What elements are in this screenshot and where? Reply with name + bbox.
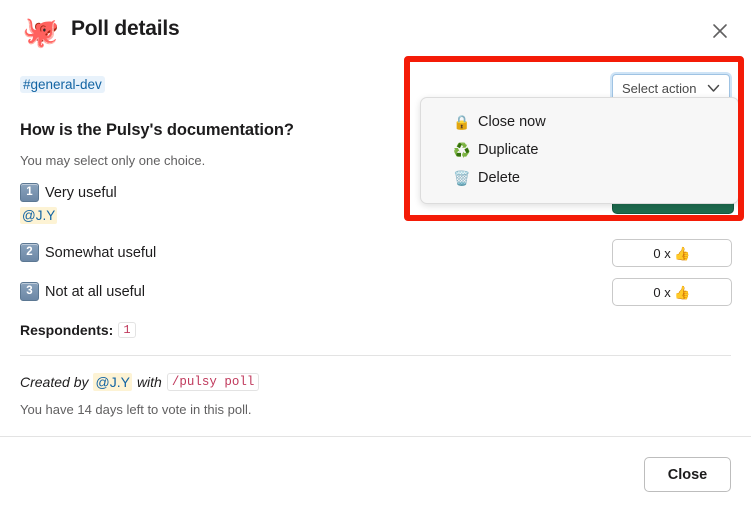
close-icon[interactable] — [707, 18, 733, 44]
menu-item-label: Close now — [478, 114, 546, 130]
created-command-chip: /pulsy poll — [166, 373, 260, 391]
created-by-line: Created by @J.Y with /pulsy poll — [20, 373, 260, 391]
vote-button-option-3[interactable]: 0 x 👍 — [612, 278, 732, 306]
option-1-voters[interactable]: @J.Y — [20, 207, 58, 224]
poll-question: How is the Pulsy's documentation? — [20, 121, 294, 139]
vote-button-option-2[interactable]: 0 x 👍 — [612, 239, 732, 267]
respondents-label: Respondents: — [20, 322, 114, 338]
option-number-badge: 3 — [20, 282, 39, 301]
section-divider — [20, 355, 731, 356]
recycle-icon: ♻️ — [453, 142, 471, 158]
octopus-logo-icon: 🐙 — [22, 16, 60, 49]
select-action-label: Select action — [622, 80, 697, 96]
poll-option-2[interactable]: 2 Somewhat useful — [20, 243, 156, 262]
option-label: Very useful — [45, 184, 117, 201]
poll-subtitle: You may select only one choice. — [20, 153, 206, 168]
option-label: Somewhat useful — [45, 244, 157, 261]
footer-divider — [0, 436, 751, 437]
respondents: Respondents: 1 — [20, 322, 136, 338]
respondents-count-badge: 1 — [118, 322, 136, 338]
modal-header: 🐙 Poll details — [0, 0, 751, 58]
menu-item-close-now[interactable]: 🔒 Close now — [421, 108, 738, 136]
created-by-prefix: Created by — [20, 374, 89, 390]
menu-item-label: Delete — [478, 170, 520, 186]
chevron-down-icon — [707, 81, 720, 96]
select-action-menu[interactable]: 🔒 Close now ♻️ Duplicate 🗑️ Delete — [420, 97, 739, 204]
close-button[interactable]: Close — [644, 457, 731, 492]
option-number-badge: 1 — [20, 183, 39, 202]
menu-item-label: Duplicate — [478, 142, 539, 158]
page-title: Poll details — [71, 17, 180, 40]
created-by-user[interactable]: @J.Y — [93, 373, 132, 391]
lock-icon: 🔒 — [453, 114, 471, 130]
option-label: Not at all useful — [45, 283, 145, 300]
created-with-label: with — [136, 374, 162, 390]
menu-item-duplicate[interactable]: ♻️ Duplicate — [421, 136, 738, 164]
menu-item-delete[interactable]: 🗑️ Delete — [421, 164, 738, 192]
channel-link[interactable]: #general-dev — [20, 76, 105, 93]
expiry-note: You have 14 days left to vote in this po… — [20, 402, 252, 417]
poll-option-3[interactable]: 3 Not at all useful — [20, 282, 145, 301]
trash-icon: 🗑️ — [453, 170, 471, 186]
option-number-badge: 2 — [20, 243, 39, 262]
poll-option-1[interactable]: 1 Very useful — [20, 183, 117, 202]
